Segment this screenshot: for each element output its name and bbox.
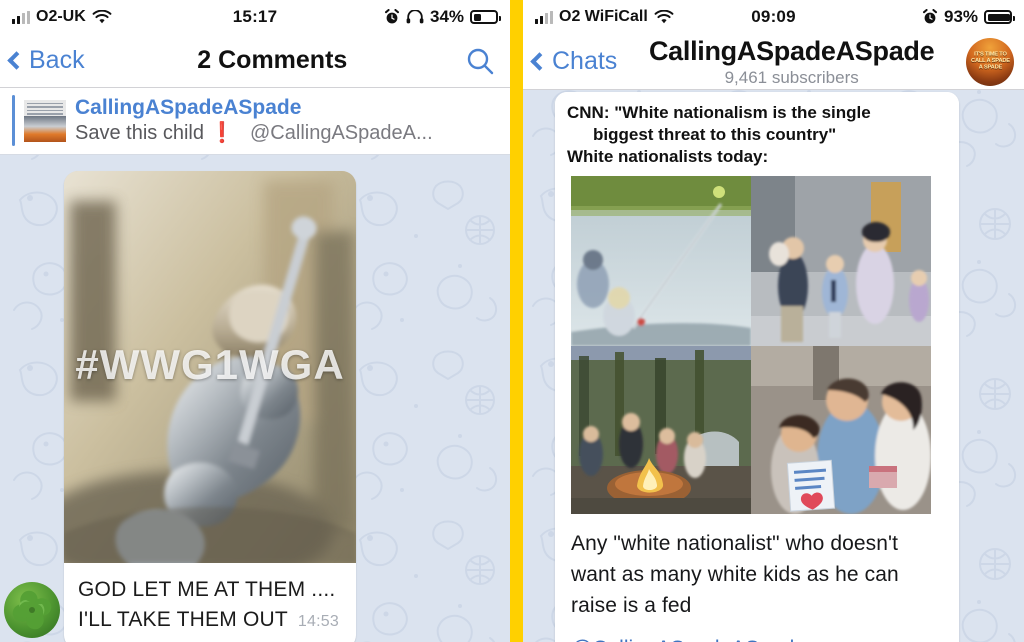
nav-bar-left: Back 2 Comments bbox=[0, 34, 510, 88]
channel-title: CallingASpadeASpade bbox=[648, 35, 935, 66]
avatar-text-line-2: CALL A SPADE bbox=[970, 58, 1010, 64]
back-button[interactable]: Back bbox=[7, 46, 85, 75]
channel-avatar[interactable]: IT'S TIME TO CALL A SPADE A SPADE bbox=[966, 37, 1014, 86]
carrier-label: O2 WiFiCall bbox=[559, 8, 648, 25]
clover-avatar[interactable] bbox=[4, 582, 60, 638]
photo-campfire bbox=[571, 346, 751, 514]
meme-image[interactable]: CNN: "White nationalism is the single bi… bbox=[555, 92, 959, 514]
thumbnail-photo bbox=[24, 115, 66, 142]
clock-left: 15:17 bbox=[232, 7, 278, 26]
caption-line-2: I'LL TAKE THEM OUT bbox=[78, 608, 288, 631]
back-button-label: Back bbox=[29, 46, 85, 74]
screenshot-root: O2-UK 15:17 34% Back 2 Comments CallingA… bbox=[0, 0, 1024, 642]
clock-right: 09:09 bbox=[751, 7, 796, 26]
reply-handle: @CallingASpadeA... bbox=[250, 122, 433, 144]
alarm-clock-icon bbox=[922, 9, 937, 24]
battery-icon bbox=[470, 10, 502, 24]
reply-text-block: CallingASpadeASpade Save this child ❗ @C… bbox=[75, 95, 433, 146]
reply-message: Save this child ❗ @CallingASpadeA... bbox=[75, 120, 433, 146]
reply-accent-line bbox=[12, 95, 15, 146]
search-icon bbox=[467, 48, 494, 74]
signal-bars-icon bbox=[12, 10, 30, 24]
message-caption: GOD LET ME AT THEM .... I'LL TAKE THEM O… bbox=[64, 563, 356, 642]
caption-line-1: GOD LET ME AT THEM .... bbox=[78, 578, 336, 601]
message-bubble[interactable]: #WWG1WGA GOD LET ME AT THEM .... I'LL TA… bbox=[64, 171, 356, 642]
right-phone-panel: O2 WiFiCall 09:09 93% Chats CallingASpad… bbox=[523, 0, 1024, 642]
page-title-wrap: 2 Comments bbox=[85, 46, 460, 75]
reply-preview-bar[interactable]: CallingASpadeASpade Save this child ❗ @C… bbox=[0, 88, 510, 155]
search-button[interactable] bbox=[460, 46, 500, 76]
avatar-text: IT'S TIME TO CALL A SPADE A SPADE bbox=[971, 52, 1010, 72]
subscriber-count: 9,461 subscribers bbox=[724, 67, 859, 87]
status-bar-right: O2 WiFiCall 09:09 93% bbox=[523, 0, 1024, 34]
reply-message-text: Save this child bbox=[75, 122, 204, 144]
chevron-left-icon bbox=[7, 51, 26, 70]
message-footer: @CallingASpadeASpade ♠ 915 02:52 bbox=[555, 627, 959, 642]
chevron-left-icon bbox=[530, 52, 549, 71]
carrier-label: O2-UK bbox=[36, 8, 86, 25]
reply-channel-name: CallingASpadeASpade bbox=[75, 96, 302, 119]
alarm-clock-icon bbox=[384, 9, 399, 24]
knight-photo[interactable]: #WWG1WGA bbox=[64, 171, 356, 563]
photo-fathers-day bbox=[751, 346, 931, 514]
signal-bars-icon bbox=[535, 10, 553, 24]
spade-icon: ♠ bbox=[814, 637, 825, 642]
meme-heading: CNN: "White nationalism is the single bi… bbox=[555, 98, 959, 174]
message-line-1: Any "white nationalist" who doesn't bbox=[571, 532, 899, 555]
wifi-icon bbox=[654, 9, 674, 23]
avatar-text-line-1: IT'S TIME TO bbox=[973, 51, 1007, 58]
avatar-text-line-3: A SPADE bbox=[978, 64, 1002, 71]
meme-line-2: biggest threat to this country" bbox=[593, 125, 837, 144]
wifi-icon bbox=[92, 9, 112, 23]
chats-back-button[interactable]: Chats bbox=[530, 47, 618, 76]
chats-back-label: Chats bbox=[552, 47, 618, 75]
meme-photo-grid bbox=[571, 176, 931, 514]
left-phone-panel: O2-UK 15:17 34% Back 2 Comments CallingA… bbox=[0, 0, 510, 642]
channel-handle-link[interactable]: @CallingASpadeASpade bbox=[571, 637, 806, 642]
photo-fishing bbox=[571, 176, 751, 346]
meme-line-3: White nationalists today: bbox=[567, 147, 769, 166]
battery-icon bbox=[984, 10, 1016, 24]
panel-divider bbox=[510, 0, 523, 642]
nav-bar-right: Chats CallingASpadeASpade 9,461 subscrib… bbox=[523, 34, 1024, 90]
message-line-2: want as many white kids as he can bbox=[571, 563, 899, 586]
channel-title-wrap[interactable]: CallingASpadeASpade 9,461 subscribers bbox=[617, 36, 966, 88]
battery-percent-left: 34% bbox=[429, 7, 465, 26]
channel-message-text: Any "white nationalist" who doesn't want… bbox=[555, 514, 959, 627]
status-bar-left: O2-UK 15:17 34% bbox=[0, 0, 510, 34]
page-title: 2 Comments bbox=[197, 46, 348, 74]
channel-message-bubble[interactable]: CNN: "White nationalism is the single bi… bbox=[555, 92, 959, 642]
document-lines-icon bbox=[27, 102, 63, 116]
meme-line-1: CNN: "White nationalism is the single bbox=[567, 103, 871, 122]
photo-family-walking bbox=[751, 176, 931, 346]
message-timestamp: 14:53 bbox=[297, 613, 339, 630]
battery-percent-right: 93% bbox=[943, 7, 979, 26]
reply-thumbnail bbox=[24, 99, 66, 142]
message-line-3: raise is a fed bbox=[571, 594, 692, 617]
headphones-icon bbox=[406, 10, 424, 24]
watermark-text: #WWG1WGA bbox=[75, 341, 345, 388]
exclamation-icon: ❗ bbox=[209, 122, 235, 144]
